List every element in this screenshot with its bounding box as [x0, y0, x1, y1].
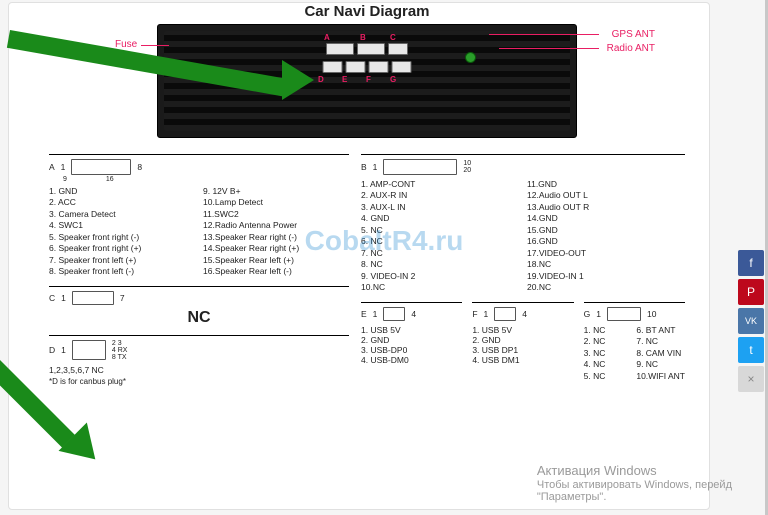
pinout-grid: A 1 8 9 16 1. GND 2. AC: [49, 154, 685, 394]
diagram-title: Car Navi Diagram: [49, 3, 685, 20]
block-C: C 1 7 NC: [49, 286, 349, 327]
connector-F: [369, 61, 389, 73]
connector-C: [388, 43, 408, 55]
block-G: G 1 10 1. NC 2. NC 3. NC 4. NC 5. NC: [584, 302, 685, 382]
connector-icon-C: [72, 291, 114, 305]
connector-E: [346, 61, 366, 73]
block-A: A 1 8 9 16 1. GND 2. AC: [49, 154, 349, 278]
block-C-nc: NC: [49, 309, 349, 327]
connector-A: [326, 43, 354, 55]
diagram-card: Car Navi Diagram A B C D E F G Fu: [8, 2, 710, 510]
block-D-note: *D is for canbus plug*: [49, 377, 349, 386]
share-facebook-button[interactable]: f: [738, 250, 764, 276]
connector-G: [392, 61, 412, 73]
share-sidebar: f P VK t ×: [738, 250, 764, 392]
share-pinterest-button[interactable]: P: [738, 279, 764, 305]
share-vk-button[interactable]: VK: [738, 308, 764, 334]
connector-icon-F: [494, 307, 516, 321]
block-E: E 1 4 1. USB 5V 2. GND 3. USB-DP0 4. USB…: [361, 302, 462, 382]
share-close-button[interactable]: ×: [738, 366, 764, 392]
block-B: B 1 10 20 1. AMP-CONT 2. AUX-R IN 3. AUX…: [361, 154, 685, 294]
connector-icon-D: [72, 340, 106, 360]
windows-activation-overlay: Активация Windows Чтобы активировать Win…: [537, 463, 732, 503]
block-D: D 1 2 3 4 RX 8 TX 1,2,3,5,6,7 NC *D is f…: [49, 335, 349, 386]
connector-B: [357, 43, 385, 55]
connector-icon-B: [383, 159, 457, 175]
gps-ant-label: GPS ANT: [612, 29, 655, 40]
block-F: F 1 4 1. USB 5V 2. GND 3. USB DP1 4. USB…: [472, 302, 573, 382]
green-dot-icon: [465, 52, 476, 63]
connector-icon-E: [383, 307, 405, 321]
connector-icon-G: [607, 307, 641, 321]
connector-D: [323, 61, 343, 73]
share-twitter-button[interactable]: t: [738, 337, 764, 363]
radio-ant-label: Radio ANT: [607, 43, 655, 54]
arrow-top-head-icon: [282, 60, 314, 100]
connector-icon-A: [71, 159, 131, 175]
